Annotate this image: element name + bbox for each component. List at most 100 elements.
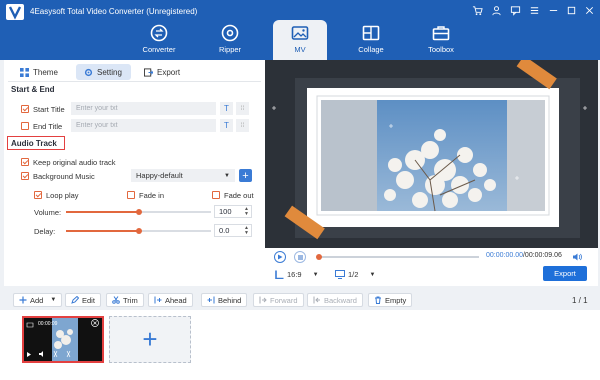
- delay-fill: [66, 230, 139, 232]
- align-button[interactable]: ⁞⁞: [236, 102, 249, 115]
- edit-button[interactable]: Edit: [65, 293, 101, 307]
- text-style-button[interactable]: T: [220, 102, 233, 115]
- checkbox[interactable]: [212, 191, 220, 199]
- nav-toolbox[interactable]: Toolbox: [404, 20, 478, 60]
- volume-input[interactable]: 100 ▲ ▼: [214, 205, 252, 218]
- text-style-button[interactable]: T: [220, 119, 233, 132]
- stepper-arrows-icon[interactable]: ▲ ▼: [244, 226, 249, 236]
- fade-in-checkbox[interactable]: Fade in: [127, 188, 164, 202]
- user-icon[interactable]: [489, 3, 503, 17]
- backward-button[interactable]: Backward: [307, 293, 363, 307]
- clip-image: [24, 318, 102, 361]
- nav-label: Ripper: [218, 45, 242, 54]
- aspect-ratio-icon: [275, 270, 284, 279]
- delay-slider[interactable]: [66, 228, 211, 234]
- tab-label: Theme: [33, 67, 58, 77]
- nav-label: MV: [294, 45, 306, 54]
- page-indicator: 1 / 1: [572, 296, 588, 305]
- volume-fill: [66, 211, 139, 213]
- clip-thumbnail[interactable]: 00:00:09: [22, 316, 104, 363]
- behind-button[interactable]: Behind: [201, 293, 248, 307]
- end-title-input[interactable]: Enter your txt: [71, 119, 216, 132]
- plus-icon: +: [142, 324, 158, 354]
- start-title-checkbox[interactable]: Start Title: [21, 102, 65, 116]
- loop-play-checkbox[interactable]: Loop play: [34, 188, 79, 202]
- nav-collage[interactable]: Collage: [334, 20, 408, 60]
- chevron-down-icon: ▼: [312, 271, 319, 278]
- background-music-checkbox[interactable]: Background Music: [21, 169, 95, 183]
- tab-label: Setting: [97, 67, 122, 77]
- panel-tabs: Theme Setting Export: [4, 63, 265, 81]
- forward-button[interactable]: Forward: [253, 293, 304, 307]
- fade-out-checkbox[interactable]: Fade out: [212, 188, 254, 202]
- zoom-select[interactable]: 1/2 ▼: [335, 270, 375, 279]
- volume-icon[interactable]: [572, 252, 582, 262]
- maximize-icon[interactable]: [564, 3, 578, 17]
- tab-theme[interactable]: Theme: [12, 64, 66, 80]
- edit-icon: [71, 296, 79, 304]
- minimize-icon[interactable]: [546, 3, 560, 17]
- backward-label: Backward: [324, 295, 357, 305]
- export-icon: [144, 67, 153, 77]
- stop-icon: [297, 254, 303, 260]
- menu-icon[interactable]: [527, 3, 541, 17]
- empty-button[interactable]: Empty: [368, 293, 413, 307]
- add-music-button[interactable]: +: [239, 169, 252, 182]
- checkbox[interactable]: [34, 191, 42, 199]
- checkbox[interactable]: [21, 172, 29, 180]
- play-icon: [278, 254, 283, 260]
- add-clip-button[interactable]: +: [109, 316, 191, 363]
- ahead-label: Ahead: [165, 295, 187, 305]
- section-title-start-end: Start & End: [11, 85, 55, 94]
- ahead-button[interactable]: Ahead: [148, 293, 193, 307]
- plus-icon: [19, 296, 27, 304]
- music-select[interactable]: Happy-default ▼: [131, 169, 235, 182]
- checkbox[interactable]: [21, 158, 29, 166]
- fade-out-label: Fade out: [224, 190, 254, 200]
- time-display: 00:00:00.00/00:00:09.06: [486, 252, 562, 259]
- start-title-input[interactable]: Enter your txt: [71, 102, 216, 115]
- progress-handle[interactable]: [316, 254, 322, 260]
- nav-mv[interactable]: MV: [273, 20, 327, 60]
- video-preview: [265, 60, 598, 248]
- delay-input[interactable]: 0.0 ▲ ▼: [214, 224, 252, 237]
- keep-original-label: Keep original audio track: [33, 157, 116, 167]
- tab-setting[interactable]: Setting: [76, 64, 131, 80]
- nav-ripper[interactable]: Ripper: [193, 20, 267, 60]
- ahead-icon: [154, 296, 162, 304]
- scissors-icon: [112, 296, 120, 304]
- forward-label: Forward: [270, 295, 298, 305]
- tab-export[interactable]: Export: [136, 64, 188, 80]
- backward-icon: [313, 296, 320, 304]
- aspect-value: 16:9: [287, 270, 302, 279]
- aspect-ratio-select[interactable]: 16:9 ▼: [275, 270, 319, 279]
- trim-button[interactable]: Trim: [106, 293, 144, 307]
- background-music-label: Background Music: [33, 171, 95, 181]
- export-button[interactable]: Export: [543, 266, 587, 281]
- volume-slider[interactable]: [66, 209, 211, 215]
- stop-button[interactable]: [294, 251, 306, 263]
- toolbox-icon: [432, 26, 450, 41]
- converter-icon: [150, 24, 168, 42]
- add-button[interactable]: Add ▼: [13, 293, 63, 307]
- progress-bar[interactable]: [316, 254, 479, 260]
- stepper-arrows-icon[interactable]: ▲ ▼: [244, 207, 249, 217]
- delay-thumb[interactable]: [135, 228, 142, 234]
- checkbox[interactable]: [21, 105, 29, 113]
- nav-label: Collage: [358, 45, 384, 54]
- forward-icon: [259, 296, 267, 304]
- preview-image: [265, 60, 598, 248]
- align-button[interactable]: ⁞⁞: [236, 119, 249, 132]
- section-title-audio: Audio Track: [11, 139, 57, 148]
- chat-icon[interactable]: [508, 3, 522, 17]
- close-icon[interactable]: [582, 3, 596, 17]
- checkbox[interactable]: [127, 191, 135, 199]
- checkbox[interactable]: [21, 122, 29, 130]
- nav-converter[interactable]: Converter: [122, 20, 196, 60]
- end-title-checkbox[interactable]: End Title: [21, 119, 62, 133]
- keep-original-checkbox[interactable]: Keep original audio track: [21, 155, 116, 169]
- volume-thumb[interactable]: [135, 209, 142, 215]
- behind-label: Behind: [218, 295, 242, 305]
- play-button[interactable]: [274, 251, 286, 263]
- cart-icon[interactable]: [470, 3, 484, 17]
